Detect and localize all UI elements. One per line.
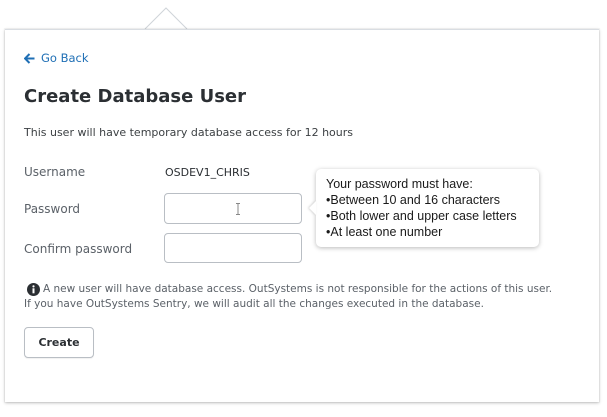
username-value: OSDEV1_CHRIS — [165, 166, 250, 179]
password-rule: Between 10 and 16 characters — [326, 192, 529, 208]
access-notice: A new user will have database access. Ou… — [24, 282, 552, 312]
username-label: Username — [24, 165, 86, 179]
notice-line-1: A new user will have database access. Ou… — [43, 283, 553, 295]
tooltip-arrow — [309, 201, 316, 215]
info-icon — [27, 283, 40, 296]
text-cursor-icon — [236, 203, 240, 215]
page-subtitle: This user will have temporary database a… — [24, 126, 354, 139]
go-back-link[interactable]: Go Back — [24, 51, 89, 65]
password-label: Password — [24, 202, 81, 216]
notice-line-2: If you have OutSystems Sentry, we will a… — [24, 298, 484, 310]
password-rule: At least one number — [326, 224, 529, 240]
password-rule: Both lower and upper case letters — [326, 208, 529, 224]
tooltip-heading: Your password must have: — [326, 177, 473, 191]
confirm-password-field[interactable] — [164, 233, 302, 263]
confirm-password-label: Confirm password — [24, 242, 133, 256]
card-notch — [144, 7, 188, 31]
password-field[interactable] — [164, 193, 302, 224]
password-rules-list: Between 10 and 16 characters Both lower … — [326, 192, 529, 240]
password-rules-tooltip: Your password must have: Between 10 and … — [309, 169, 539, 247]
create-button[interactable]: Create — [24, 327, 94, 358]
go-back-label[interactable]: Go Back — [41, 51, 89, 65]
page-title: Create Database User — [24, 86, 246, 107]
arrow-left-icon — [24, 52, 35, 64]
